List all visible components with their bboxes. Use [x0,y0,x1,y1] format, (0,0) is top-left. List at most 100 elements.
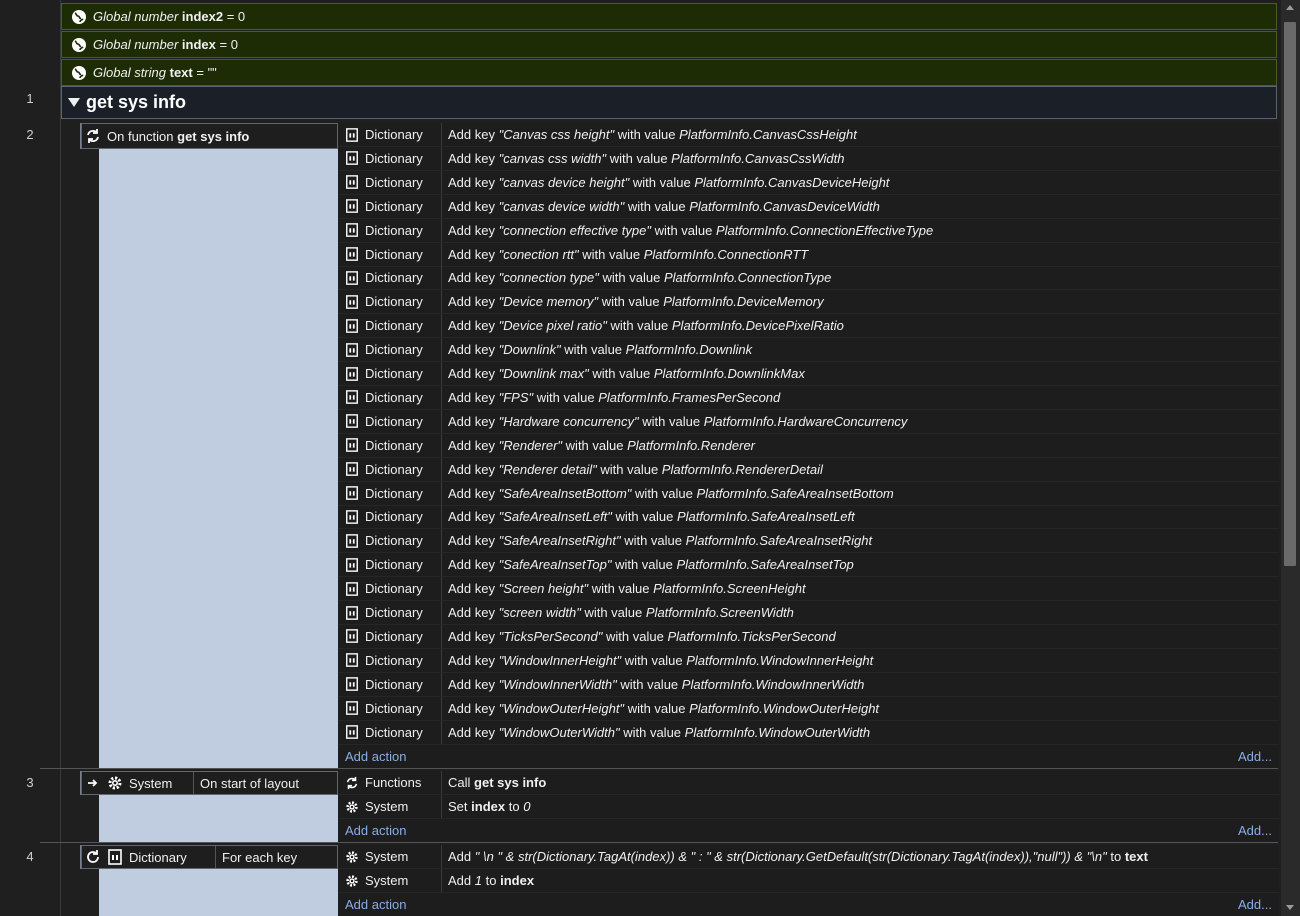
action-row[interactable]: Dictionary Add key "SafeAreaInsetBottom" … [338,481,1279,506]
action-row[interactable]: Dictionary Add key "WindowOuterHeight" wi… [338,696,1279,721]
action-object: Dictionary [365,294,423,310]
add-action-link[interactable]: Add action [345,749,406,764]
action-object: Dictionary [365,533,423,549]
condition-area[interactable] [99,795,338,843]
dictionary-icon [346,199,358,214]
condition-area[interactable] [99,869,338,916]
scroll-down-icon[interactable] [1286,905,1294,910]
dictionary-icon [108,849,122,865]
action-row[interactable]: Dictionary Add key "SafeAreaInsetRight" w… [338,529,1279,554]
action-object: Dictionary [365,198,423,214]
dictionary-icon [346,366,358,381]
action-row[interactable]: Dictionary Add key "Renderer" with value … [338,433,1279,458]
scrollbar-thumb[interactable] [1284,22,1296,566]
dictionary-icon [346,605,358,620]
action-row[interactable]: Dictionary Add key "Device pixel ratio" w… [338,314,1279,339]
add-action-link[interactable]: Add action [345,823,406,838]
variable-name: index [471,799,506,814]
trigger-for-each-key[interactable]: Dictionary For each key [81,845,338,869]
action-row[interactable]: Dictionary Add key "screen width" with va… [338,601,1279,625]
action-row[interactable]: Dictionary Add key "Hardware concurrency"… [338,409,1279,434]
dictionary-key: "connection effective type" [498,222,651,238]
expression: 1 [474,873,482,888]
trigger-on-function[interactable]: On function get sys info [81,123,338,149]
action-row[interactable]: Dictionary Add key "SafeAreaInsetLeft" wi… [338,505,1279,530]
dictionary-key: "canvas device width" [498,198,625,214]
action-object: Dictionary [365,509,423,525]
action-row[interactable]: Dictionary Add key "conection rtt" with v… [338,242,1279,267]
action-row[interactable]: Dictionary Add key "SafeAreaInsetTop" wit… [338,553,1279,578]
dictionary-key: "Renderer detail" [498,461,597,477]
dictionary-value: PlatformInfo.TicksPerSecond [667,628,836,644]
trigger-start-of-layout[interactable]: System On start of layout [81,771,338,795]
action-row[interactable]: Dictionary Add key "Renderer detail" with… [338,457,1279,482]
add-more-link[interactable]: Add... [1238,897,1272,912]
action-row[interactable]: Dictionary Add key "connection effective … [338,218,1279,243]
action-object: System [365,849,409,864]
add-action-link[interactable]: Add action [345,897,406,912]
action-object: Dictionary [365,485,423,501]
action-row[interactable]: Dictionary Add key "WindowInnerWidth" wit… [338,672,1279,697]
action-row[interactable]: Dictionary Add key "connection type" with… [338,266,1279,291]
dictionary-icon [346,653,358,668]
global-var-index2[interactable]: Global number index2 = 0 [61,3,1277,30]
action-object: Dictionary [365,557,423,573]
dictionary-key: "Canvas css height" [498,127,615,142]
action-object: Dictionary [365,700,423,716]
expression: " \n " & str(Dictionary.TagAt(index)) & … [474,849,1107,864]
action-row[interactable]: Dictionary Add key "canvas device height"… [338,170,1279,195]
action-row[interactable]: System Add " \n " & str(Dictionary.TagAt… [338,845,1279,869]
action-row[interactable]: System Set index to 0 [338,795,1279,819]
action-object: Functions [365,775,422,790]
group-get-sys-info[interactable]: get sys info [61,86,1277,119]
global-var-type: Global number [93,9,179,24]
condition-area[interactable] [99,149,338,768]
add-more-link[interactable]: Add... [1238,823,1272,838]
dictionary-value: PlatformInfo.FramesPerSecond [598,389,781,405]
trigger-condition: For each key [222,849,298,865]
globe-icon [72,37,86,52]
dictionary-icon [346,342,358,357]
action-row[interactable]: Dictionary Add key "Downlink max" with va… [338,362,1279,386]
dictionary-key: "Device pixel ratio" [498,318,607,334]
action-row[interactable]: Dictionary Add key "Screen height" with v… [338,577,1279,602]
action-object: Dictionary [365,342,423,358]
action-row[interactable]: Dictionary Add key "Canvas css height" wi… [338,123,1279,147]
action-row[interactable]: Dictionary Add key "WindowInnerHeight" wi… [338,648,1279,673]
dictionary-key: "Renderer" [498,437,563,453]
arrow-right-icon [88,779,98,787]
dictionary-icon [346,462,358,476]
action-row[interactable]: Dictionary Add key "canvas device width" … [338,194,1279,219]
action-row[interactable]: Dictionary Add key "Downlink" with value … [338,338,1279,363]
global-var-text[interactable]: Global string text = "" [61,59,1277,86]
dictionary-key: "TicksPerSecond" [498,628,603,644]
action-row[interactable]: Dictionary Add key "canvas css width" wit… [338,146,1279,171]
dictionary-key: "WindowInnerHeight" [498,652,622,668]
dictionary-value: PlatformInfo.ScreenHeight [653,581,806,597]
action-row[interactable]: Dictionary Add key "WindowOuterWidth" wit… [338,720,1279,745]
action-row[interactable]: Dictionary Add key "Device memory" with v… [338,290,1279,315]
function-loop-icon [87,129,99,143]
action-row[interactable]: System Add 1 to index [338,869,1279,893]
action-row[interactable]: Dictionary Add key "FPS" with value Platf… [338,385,1279,410]
dictionary-value: PlatformInfo.Renderer [627,437,756,453]
collapse-triangle-icon[interactable] [68,98,80,107]
action-row[interactable]: Functions Call get sys info [338,771,1279,795]
global-var-index[interactable]: Global number index = 0 [61,31,1277,58]
gear-icon [108,776,122,790]
action-row[interactable]: Dictionary Add key "TicksPerSecond" with … [338,624,1279,649]
dictionary-key: "WindowInnerWidth" [498,676,617,692]
global-var-type: Global string [93,65,166,80]
gutter-divider [60,0,61,916]
dictionary-icon [346,486,358,500]
function-name: get sys info [474,775,547,790]
add-more-link[interactable]: Add... [1238,749,1272,764]
scroll-up-icon[interactable] [1286,5,1294,10]
dictionary-icon [346,581,358,596]
vertical-scrollbar[interactable] [1281,0,1300,916]
dictionary-value: PlatformInfo.SafeAreaInsetTop [676,557,854,573]
dictionary-value: PlatformInfo.CanvasDeviceWidth [689,198,880,214]
dictionary-key: "conection rtt" [498,246,579,262]
dictionary-key: "connection type" [498,270,599,286]
dictionary-key: "SafeAreaInsetRight" [498,533,621,549]
